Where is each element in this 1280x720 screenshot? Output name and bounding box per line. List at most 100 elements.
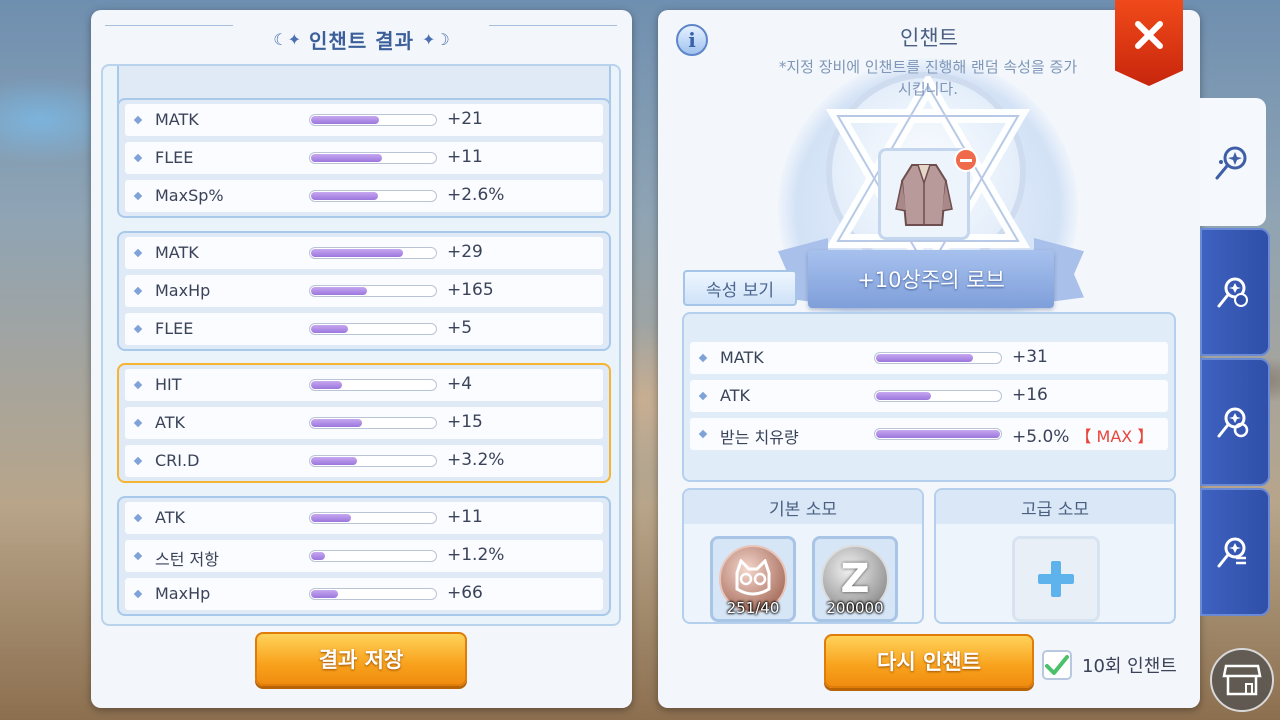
stat-value: +31 bbox=[1012, 347, 1048, 367]
max-badge: 【 MAX 】 bbox=[1075, 427, 1154, 446]
stat-bar bbox=[309, 247, 437, 259]
result-group-4[interactable]: ATK +11 스턴 저항 +1.2% MaxHp +66 bbox=[117, 496, 611, 616]
stat-value-text: +2.6% bbox=[447, 185, 505, 205]
stat-bar-fill bbox=[311, 154, 382, 162]
stat-bar-fill bbox=[311, 249, 403, 257]
stat-value-text: +15 bbox=[447, 412, 483, 432]
add-advanced-material-button[interactable] bbox=[1012, 536, 1100, 622]
stat-bullet-icon bbox=[133, 286, 143, 296]
enchant-cycle-icon bbox=[1217, 407, 1249, 438]
current-stats-box: MATK +31 ATK +16 받는 치유량 +5.0% 【 MAX 】 bbox=[682, 312, 1176, 482]
stat-value-text: +16 bbox=[1012, 385, 1048, 405]
stat-name: CRI.D bbox=[155, 451, 200, 470]
result-group-1[interactable]: MATK +21 FLEE +11 MaxSp% +2.6% bbox=[117, 98, 611, 218]
close-button[interactable] bbox=[1115, 0, 1183, 86]
stat-value-text: +21 bbox=[447, 109, 483, 129]
stat-name: 받는 치유량 bbox=[720, 428, 799, 447]
shop-button[interactable] bbox=[1210, 648, 1274, 712]
stat-bar-fill bbox=[311, 116, 379, 124]
stat-value: +11 bbox=[447, 507, 483, 527]
stat-name: MATK bbox=[720, 348, 764, 367]
reenchant-button[interactable]: 다시 인챈트 bbox=[824, 634, 1034, 688]
view-attributes-button[interactable]: 속성 보기 bbox=[683, 270, 797, 306]
repeat-enchant-toggle[interactable]: 10회 인챈트 bbox=[1042, 650, 1177, 680]
stat-row: MaxHp +165 bbox=[125, 275, 603, 307]
stat-bullet-icon bbox=[133, 324, 143, 334]
description-line-2: 시킵니다. bbox=[898, 80, 958, 98]
stat-row: ATK +15 bbox=[125, 407, 603, 439]
stat-bullet-icon bbox=[133, 456, 143, 466]
stat-bullet-icon bbox=[133, 513, 143, 523]
tab-enchant-4[interactable] bbox=[1200, 488, 1270, 616]
stat-bar-fill bbox=[311, 325, 348, 333]
stat-value: +15 bbox=[447, 412, 483, 432]
stat-name: HIT bbox=[155, 375, 182, 394]
robe-icon bbox=[895, 164, 953, 226]
stat-name: MATK bbox=[155, 110, 199, 129]
stat-name: MaxHp bbox=[155, 281, 211, 300]
result-group-2[interactable]: MATK +29 MaxHp +165 FLEE +5 bbox=[117, 231, 611, 351]
stat-bullet-icon bbox=[698, 429, 708, 439]
save-result-button[interactable]: 결과 저장 bbox=[255, 632, 467, 686]
stat-bar bbox=[309, 114, 437, 126]
stat-value: +5 bbox=[447, 318, 472, 338]
stat-row: HIT +4 bbox=[125, 369, 603, 401]
stat-value: +11 bbox=[447, 147, 483, 167]
stat-bar bbox=[874, 428, 1002, 440]
result-group-3-selected[interactable]: HIT +4 ATK +15 CRI.D +3.2% bbox=[117, 363, 611, 483]
stat-value-text: +5.0% bbox=[1012, 427, 1070, 447]
stat-row: MaxSp% +2.6% bbox=[125, 180, 603, 212]
stat-value: +5.0% 【 MAX 】 bbox=[1012, 423, 1153, 447]
stat-bar-fill bbox=[311, 192, 378, 200]
tab-enchant-3[interactable] bbox=[1200, 358, 1270, 486]
stat-bar bbox=[309, 285, 437, 297]
stat-value: +3.2% bbox=[447, 450, 504, 470]
stat-row: MATK +21 bbox=[125, 104, 603, 136]
stat-value-text: +11 bbox=[447, 507, 483, 527]
enchant-wand-icon bbox=[1215, 146, 1247, 180]
shop-icon bbox=[1222, 664, 1262, 696]
stat-row: ATK +16 bbox=[690, 380, 1168, 412]
cat-coin-count: 251/40 bbox=[726, 599, 780, 617]
stat-bar bbox=[309, 550, 437, 562]
tab-enchant[interactable] bbox=[1200, 98, 1266, 226]
results-list[interactable]: MATK +21 FLEE +11 MaxSp% +2.6% MATK +29 MaxHp +1… bbox=[101, 64, 621, 626]
stat-bar bbox=[309, 455, 437, 467]
material-slot-zeny[interactable]: Z 200000 bbox=[812, 536, 898, 622]
repeat-enchant-label: 10회 인챈트 bbox=[1082, 656, 1177, 677]
stat-name: 스턴 저항 bbox=[155, 550, 219, 569]
basic-cost-title: 기본 소모 bbox=[684, 490, 922, 524]
stat-row: FLEE +11 bbox=[125, 142, 603, 174]
stat-bar-fill bbox=[311, 552, 325, 560]
stat-name: MATK bbox=[155, 243, 199, 262]
stat-bar bbox=[309, 512, 437, 524]
stat-bar bbox=[309, 588, 437, 600]
material-slot-cat-coin[interactable]: 251/40 bbox=[710, 536, 796, 622]
stat-value: +2.6% bbox=[447, 185, 504, 205]
stat-value-text: +66 bbox=[447, 583, 483, 603]
advanced-cost-box: 고급 소모 bbox=[934, 488, 1176, 624]
enchant-description: *지정 장비에 인챈트를 진행해 랜덤 속성을 증가 시킵니다. bbox=[718, 56, 1138, 100]
stat-bar bbox=[874, 352, 1002, 364]
stat-row: MaxHp +66 bbox=[125, 578, 603, 610]
stat-bullet-icon bbox=[133, 380, 143, 390]
stat-row: MATK +29 bbox=[125, 237, 603, 269]
moon-ornament-right-icon: ✦☽ bbox=[421, 29, 450, 49]
stat-bullet-icon bbox=[133, 589, 143, 599]
stat-bar-fill bbox=[311, 381, 342, 389]
stat-row: MATK +31 bbox=[690, 342, 1168, 374]
stat-row: CRI.D +3.2% bbox=[125, 445, 603, 477]
stat-name: ATK bbox=[720, 386, 750, 405]
stat-bar-fill bbox=[876, 392, 931, 400]
page-title: 인챈트 결과 bbox=[309, 28, 414, 53]
remove-item-button[interactable] bbox=[954, 148, 978, 172]
moon-ornament-left-icon: ☾✦ bbox=[273, 29, 302, 49]
close-icon bbox=[1135, 21, 1163, 49]
stat-row: 받는 치유량 +5.0% 【 MAX 】 bbox=[690, 418, 1168, 450]
repeat-checkbox[interactable] bbox=[1042, 650, 1072, 680]
stat-value-text: +31 bbox=[1012, 347, 1048, 367]
tab-enchant-2[interactable] bbox=[1200, 228, 1270, 356]
stat-bar-fill bbox=[311, 457, 357, 465]
enchant-reset-icon bbox=[1217, 277, 1248, 308]
stat-bar bbox=[309, 379, 437, 391]
